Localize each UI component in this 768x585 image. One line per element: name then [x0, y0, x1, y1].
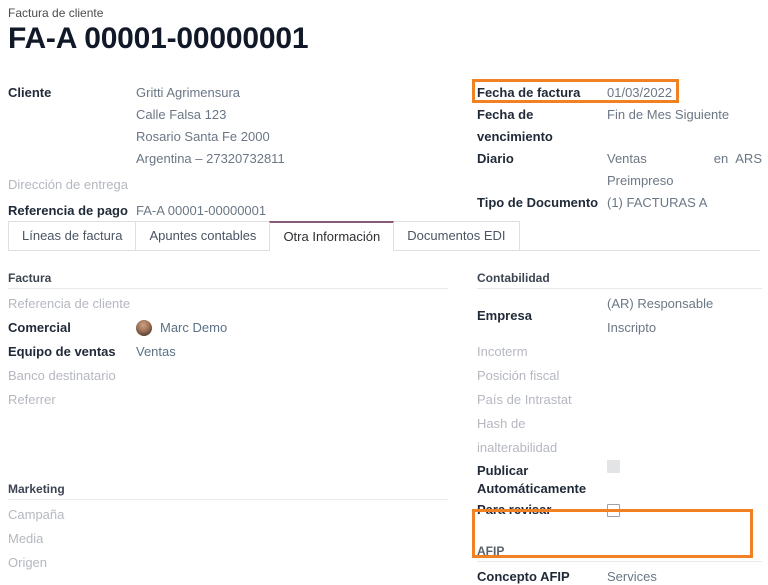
field-label-empresa: Empresa	[477, 304, 607, 328]
field-value-empresa[interactable]: (AR) Responsable Inscripto	[607, 292, 762, 340]
invoice-form-page: Factura de cliente FA-A 00001-00000001 C…	[0, 0, 768, 585]
field-label-referencia-cliente: Referencia de cliente	[8, 292, 136, 316]
tab-lineas-de-factura[interactable]: Líneas de factura	[8, 221, 136, 250]
field-cliente: Cliente Gritti Agrimensura Calle Falsa 1…	[8, 82, 438, 170]
row-posicion-fiscal: Posición fiscal	[477, 364, 762, 388]
field-value-referencia-pago[interactable]: FA-A 00001-00000001	[136, 200, 266, 222]
row-origen: Origen	[8, 551, 448, 575]
section-heading-afip: AFIP	[477, 544, 762, 562]
field-fecha-factura: Fecha de factura 01/03/2022	[477, 82, 762, 104]
row-equipo-de-ventas: Equipo de ventas Ventas	[8, 340, 448, 364]
field-value-tipo-documento[interactable]: (1) FACTURAS A	[607, 192, 707, 214]
field-label-referrer: Referrer	[8, 388, 136, 412]
section-heading-marketing: Marketing	[8, 482, 448, 500]
field-label-hash-inalterabilidad: Hash de inalterabilidad	[477, 412, 607, 460]
field-label-incoterm: Incoterm	[477, 340, 607, 364]
row-publicar-automaticamente: Publicar Automáticamente	[477, 460, 762, 498]
address-line: Argentina – 27320732811	[136, 148, 285, 170]
page-title: FA-A 00001-00000001	[8, 22, 308, 56]
customer-block: Cliente Gritti Agrimensura Calle Falsa 1…	[8, 82, 438, 222]
address-line: Gritti Agrimensura	[136, 82, 285, 104]
field-tipo-documento: Tipo de Documento (1) FACTURAS A	[477, 192, 762, 214]
left-content-column: Factura Referencia de cliente Comercial …	[8, 271, 448, 575]
field-value-comercial[interactable]: Marc Demo	[160, 316, 227, 340]
field-label-para-revisar: Para revisar	[477, 498, 607, 522]
row-empresa: Empresa (AR) Responsable Inscripto	[477, 292, 762, 340]
field-diario: Diario Ventas Preimpreso en ARS	[477, 148, 762, 192]
field-label-cliente: Cliente	[8, 82, 136, 104]
field-fecha-vencimiento: Fecha de vencimiento Fin de Mes Siguient…	[477, 104, 762, 148]
field-label-comercial: Comercial	[8, 316, 136, 340]
section-heading-contabilidad: Contabilidad	[477, 271, 762, 289]
row-concepto-afip: Concepto AFIP Services	[477, 565, 762, 585]
tab-bar: Líneas de factura Apuntes contables Otra…	[8, 221, 760, 251]
field-value-equipo-de-ventas[interactable]: Ventas	[136, 340, 176, 364]
field-label-fecha-vencimiento: Fecha de vencimiento	[477, 104, 607, 148]
field-label-concepto-afip: Concepto AFIP	[477, 565, 607, 585]
breadcrumb[interactable]: Factura de cliente	[8, 6, 103, 20]
row-media: Media	[8, 527, 448, 551]
row-para-revisar: Para revisar	[477, 498, 762, 522]
right-content-column: Contabilidad Empresa (AR) Responsable In…	[477, 271, 762, 585]
field-value-fecha-factura[interactable]: 01/03/2022	[607, 82, 672, 104]
row-campana: Campaña	[8, 503, 448, 527]
row-banco-destinatario: Banco destinatario	[8, 364, 448, 388]
row-comercial: Comercial Marc Demo	[8, 316, 448, 340]
field-label-direccion-entrega: Dirección de entrega	[8, 174, 136, 196]
field-label-pais-intrastat: País de Intrastat	[477, 388, 607, 412]
field-label-referencia-pago: Referencia de pago	[8, 200, 136, 222]
field-value-fecha-vencimiento[interactable]: Fin de Mes Siguiente	[607, 104, 729, 126]
field-label-publicar-automaticamente: Publicar Automáticamente	[477, 460, 607, 498]
field-label-tipo-documento: Tipo de Documento	[477, 192, 607, 214]
field-label-campana: Campaña	[8, 503, 136, 527]
invoice-block: Fecha de factura 01/03/2022 Fecha de ven…	[477, 82, 762, 214]
field-label-fecha-factura: Fecha de factura	[477, 82, 607, 104]
field-label-origen: Origen	[8, 551, 136, 575]
field-label-posicion-fiscal: Posición fiscal	[477, 364, 607, 388]
customer-address[interactable]: Gritti Agrimensura Calle Falsa 123 Rosar…	[136, 82, 285, 170]
row-referencia-cliente: Referencia de cliente	[8, 292, 448, 316]
field-value-currency[interactable]: ARS	[735, 148, 762, 170]
field-label-diario: Diario	[477, 148, 607, 170]
address-line: Rosario Santa Fe 2000	[136, 126, 285, 148]
row-referrer: Referrer	[8, 388, 448, 412]
row-pais-intrastat: País de Intrastat	[477, 388, 762, 412]
tab-apuntes-contables[interactable]: Apuntes contables	[135, 221, 270, 250]
diario-joiner: en	[714, 148, 728, 170]
row-incoterm: Incoterm	[477, 340, 762, 364]
tab-otra-informacion[interactable]: Otra Información	[269, 221, 394, 250]
field-value-concepto-afip[interactable]: Services	[607, 565, 657, 585]
field-label-equipo-de-ventas: Equipo de ventas	[8, 340, 136, 364]
field-direccion-entrega: Dirección de entrega	[8, 174, 438, 196]
field-value-diario[interactable]: Ventas Preimpreso	[607, 148, 707, 192]
row-hash-inalterabilidad: Hash de inalterabilidad	[477, 412, 762, 460]
tab-documentos-edi[interactable]: Documentos EDI	[393, 221, 519, 250]
field-label-media: Media	[8, 527, 136, 551]
section-heading-factura: Factura	[8, 271, 448, 289]
checkbox-para-revisar[interactable]	[607, 504, 620, 517]
avatar	[136, 320, 152, 336]
tab-bar-filler	[519, 221, 760, 250]
field-referencia-pago: Referencia de pago FA-A 00001-00000001	[8, 200, 438, 222]
checkbox-publicar-automaticamente	[607, 460, 620, 473]
field-label-banco-destinatario: Banco destinatario	[8, 364, 136, 388]
address-line: Calle Falsa 123	[136, 104, 285, 126]
